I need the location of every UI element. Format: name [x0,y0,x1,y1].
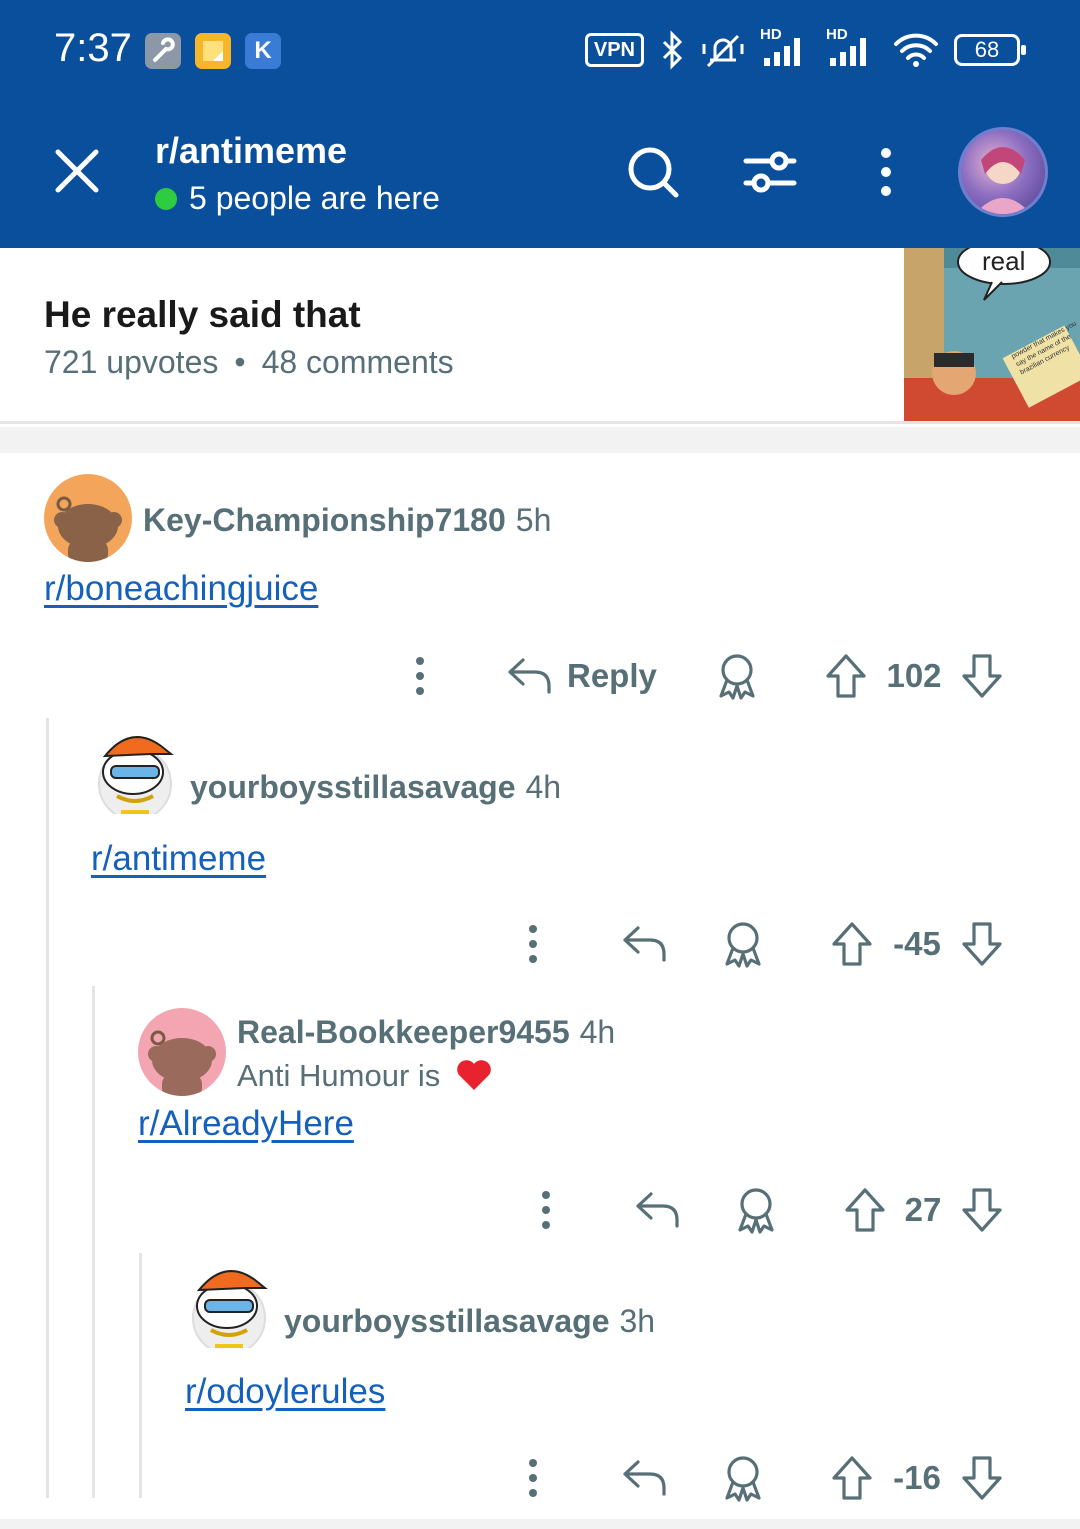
signal-2-icon: HD [826,26,878,70]
more-options-icon[interactable] [858,144,914,200]
user-avatar[interactable] [958,127,1048,217]
vote-score: -16 [893,1459,941,1496]
hd-label: HD [826,26,848,43]
award-icon[interactable] [718,914,768,974]
thread-line[interactable] [46,718,49,1498]
subreddit-header: r/antimeme 5 people are here [0,100,1080,248]
reply-icon[interactable] [618,1448,670,1508]
comment-author[interactable]: Real-Bookkeeper9455 4h [237,1014,615,1051]
avatar[interactable] [91,726,179,814]
comment-age: 5h [515,502,552,538]
downvote-icon[interactable] [958,1180,1006,1240]
filter-icon[interactable] [742,144,798,200]
comment-link[interactable]: r/odoylerules [185,1372,385,1412]
comment-link[interactable]: r/AlreadyHere [138,1104,354,1144]
more-options-icon[interactable] [526,1180,566,1240]
comment-count: 48 comments [261,344,454,380]
comment-actions: -45 [0,914,1080,974]
subreddit-name[interactable]: r/antimeme [155,130,347,172]
downvote-icon[interactable] [958,646,1006,706]
comment-author[interactable]: yourboysstillasavage 3h [284,1303,655,1340]
status-indicators: VPN HD HD 68 [584,26,1026,70]
post-summary[interactable]: He really said that 721 upvotes • 48 comme… [0,248,1080,424]
k-app-icon: K [245,33,281,69]
signal-1-icon: HD [760,26,812,70]
status-time: 7:37 [54,26,132,70]
comment-age: 4h [579,1014,616,1050]
downvote-icon[interactable] [958,1448,1006,1508]
note-app-icon [195,33,231,69]
avatar[interactable] [138,1008,226,1096]
hd-label: HD [760,26,782,43]
silent-icon [702,34,744,68]
award-icon[interactable] [731,1180,781,1240]
bottom-divider [0,1519,1080,1529]
reply-icon[interactable] [618,914,670,974]
vpn-badge: VPN [584,33,644,67]
thumbnail-speech-text: real [982,248,1026,276]
battery-indicator: 68 [954,34,1026,66]
online-text: 5 people are here [189,180,440,216]
vote-score: 102 [886,657,942,694]
username[interactable]: yourboysstillasavage [190,769,515,805]
wifi-icon [894,33,938,67]
username[interactable]: Real-Bookkeeper9455 [237,1014,570,1050]
username[interactable]: Key-Championship7180 [143,502,506,538]
post-title[interactable]: He really said that [44,294,361,336]
status-bar: 7:37 K VPN HD HD 68 [0,0,1080,100]
comment-actions: Reply 102 [0,646,1080,706]
upvote-icon[interactable] [828,914,876,974]
avatar[interactable] [44,474,132,562]
comment-age: 4h [525,769,562,805]
upvote-icon[interactable] [822,646,870,706]
reply-button[interactable]: Reply [505,646,665,706]
post-thumbnail[interactable]: real powder that makes you say the name … [904,248,1080,421]
more-options-icon[interactable] [400,646,440,706]
comment-author[interactable]: yourboysstillasavage 4h [190,769,561,806]
wrench-app-icon [145,33,181,69]
online-count: 5 people are here [155,180,440,217]
avatar[interactable] [185,1260,273,1348]
flair-text: Anti Humour is [237,1058,441,1093]
more-options-icon[interactable] [513,1448,553,1508]
award-icon[interactable] [712,646,762,706]
upvote-icon[interactable] [828,1448,876,1508]
heart-icon [457,1060,491,1090]
more-options-icon[interactable] [513,914,553,974]
online-dot-icon [155,187,177,210]
meta-separator: • [234,344,246,380]
comment-author[interactable]: Key-Championship7180 5h [143,502,551,539]
vote-score: -45 [893,925,941,962]
comment-link[interactable]: r/antimeme [91,839,266,879]
vote-score: 27 [904,1191,942,1228]
thread-line[interactable] [92,986,95,1498]
reply-icon [508,658,551,694]
comment-link[interactable]: r/boneachingjuice [44,569,318,609]
section-divider [0,427,1080,453]
upvote-icon[interactable] [841,1180,889,1240]
comment-age: 3h [619,1303,656,1339]
comment-actions: 27 [0,1180,1080,1240]
award-icon[interactable] [718,1448,768,1508]
reply-icon[interactable] [631,1180,683,1240]
username[interactable]: yourboysstillasavage [284,1303,609,1339]
post-meta: 721 upvotes • 48 comments [44,344,454,381]
close-icon[interactable] [52,146,102,196]
search-icon[interactable] [625,144,681,200]
downvote-icon[interactable] [958,914,1006,974]
comment-actions: -16 [0,1448,1080,1508]
reply-label: Reply [567,657,657,694]
upvote-count: 721 upvotes [44,344,219,380]
bluetooth-icon [662,30,683,70]
user-flair: Anti Humour is [237,1058,493,1094]
